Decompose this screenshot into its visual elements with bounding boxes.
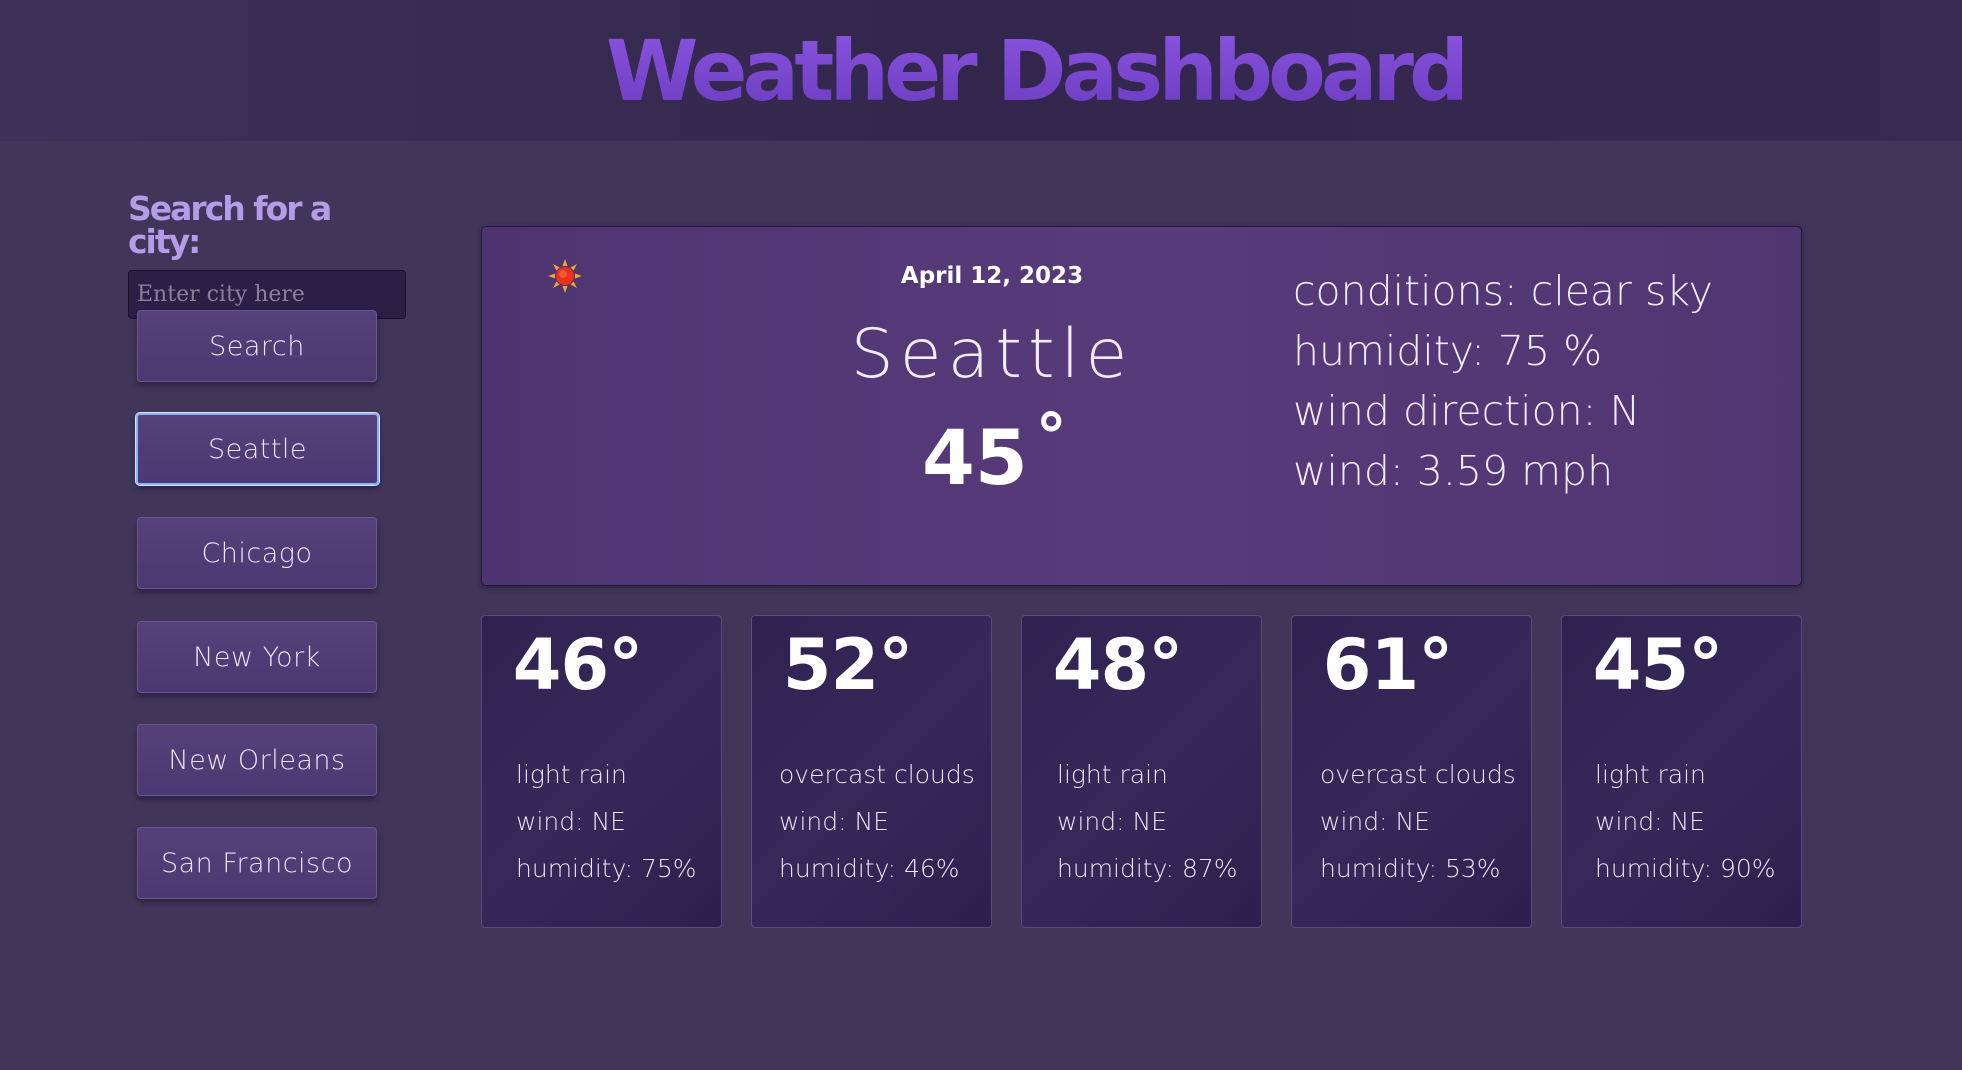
current-wind: wind: 3.59 mph [1293,447,1614,495]
app-header: Weather Dashboard [0,0,1962,141]
forecast-humidity: humidity: 87% [1057,854,1238,883]
forecast-card: 48° light rain wind: NE humidity: 87% [1021,615,1262,928]
forecast-card: 45° light rain wind: NE humidity: 90% [1561,615,1802,928]
degree-symbol: ° [1035,400,1067,473]
forecast-condition: overcast clouds [1320,760,1516,789]
current-date: April 12, 2023 [900,263,1084,289]
city-button-seattle[interactable]: Seattle [136,413,379,485]
forecast-card: 52° overcast clouds wind: NE humidity: 4… [751,615,992,928]
forecast-wind: wind: NE [1320,807,1430,836]
sidebar: Search for a city: Search Seattle Chicag… [128,186,408,899]
current-conditions: conditions: clear sky [1293,267,1713,315]
forecast-details: overcast clouds wind: NE humidity: 46% [779,751,975,892]
current-temp-value: 45 [922,413,1028,502]
forecast-condition: overcast clouds [779,760,975,789]
city-button-san-francisco[interactable]: San Francisco [137,827,377,899]
forecast-humidity: humidity: 75% [516,854,697,883]
city-button-new-york[interactable]: New York [137,621,377,693]
forecast-wind: wind: NE [516,807,626,836]
search-button[interactable]: Search [137,310,377,382]
forecast-temp: 48° [1052,624,1183,706]
forecast-humidity: humidity: 46% [779,854,960,883]
page-title: Weather Dashboard [605,21,1469,120]
city-button-chicago[interactable]: Chicago [137,517,377,589]
current-weather-card: April 12, 2023 Seattle 45 ° conditions: c… [481,226,1802,586]
current-temperature: 45 ° [922,400,1067,502]
forecast-humidity: humidity: 90% [1595,854,1776,883]
forecast-details: overcast clouds wind: NE humidity: 53% [1320,751,1516,892]
forecast-condition: light rain [1595,760,1706,789]
forecast-temp: 61° [1322,624,1453,706]
current-wind-direction: wind direction: N [1293,387,1641,435]
forecast-condition: light rain [1057,760,1168,789]
forecast-temp: 52° [782,624,913,706]
forecast-card: 61° overcast clouds wind: NE humidity: 5… [1291,615,1532,928]
forecast-card: 46° light rain wind: NE humidity: 75% [481,615,722,928]
forecast-details: light rain wind: NE humidity: 90% [1595,751,1776,892]
forecast-wind: wind: NE [1057,807,1167,836]
forecast-wind: wind: NE [1595,807,1705,836]
forecast-temp: 46° [512,624,643,706]
city-button-new-orleans[interactable]: New Orleans [137,724,377,796]
forecast-temp: 45° [1592,624,1723,706]
current-details: conditions: clear sky humidity: 75 % win… [1293,261,1713,501]
forecast-wind: wind: NE [779,807,889,836]
sun-icon [548,259,582,293]
search-label: Search for a city: [128,189,332,261]
current-city: Seattle [850,315,1134,394]
forecast-humidity: humidity: 53% [1320,854,1501,883]
forecast-details: light rain wind: NE humidity: 87% [1057,751,1238,892]
forecast-details: light rain wind: NE humidity: 75% [516,751,697,892]
current-humidity: humidity: 75 % [1293,327,1603,375]
forecast-condition: light rain [516,760,627,789]
